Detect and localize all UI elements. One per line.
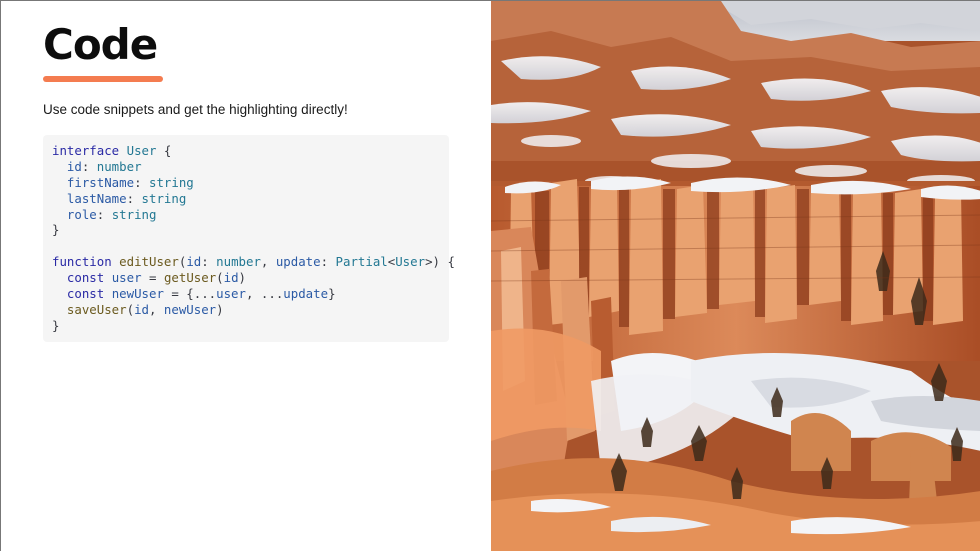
code-token: : [81,158,97,174]
code-line: id: number [52,159,440,175]
code-token: : [320,254,336,270]
slide-content: Code Use code snippets and get the highl… [1,1,491,551]
code-token: update [275,254,321,270]
code-token: Partial [335,254,388,270]
slide-subtitle: Use code snippets and get the highlighti… [43,102,348,117]
code-line: firstName: string [52,175,440,191]
code-line: function editUser(id: number, update: Pa… [52,254,455,270]
code-line: lastName: string [52,191,440,207]
code-token: >) { [425,254,455,270]
code-token: user [216,286,246,302]
code-token: function [52,254,112,270]
code-token: , ... [245,286,284,302]
code-token: ( [216,270,224,286]
canyon-landscape-image [491,1,980,551]
code-token: { [156,143,172,158]
code-token: : [134,174,149,190]
code-token: string [141,190,187,206]
code-token: User [395,254,426,270]
code-token: : [126,190,142,206]
code-token: newUser [111,286,164,302]
code-token: : [201,254,217,270]
code-line: const newUser = {...user, ...update} [52,286,440,302]
code-token: ) [238,270,247,286]
code-token: role [66,206,97,222]
code-token: firstName [66,174,135,190]
code-token: update [283,286,329,302]
code-line: const user = getUser(id) [52,270,440,286]
code-token: const [66,286,105,302]
code-line: saveUser(id, newUser) [52,302,440,318]
code-token: } [52,222,60,238]
code-token: editUser [119,254,179,270]
slide-title: Code [43,20,158,69]
code-token: saveUser [66,301,127,317]
code-token: getUser [163,270,217,286]
code-token: id [66,158,82,174]
code-token: id [186,254,202,270]
code-token: = {... [163,286,217,302]
code-token: string [148,174,194,190]
slide: Code Use code snippets and get the highl… [0,0,980,551]
code-token: } [52,317,60,333]
code-token: , [149,301,164,317]
code-snippet: interface User { id: number firstName: s… [43,135,455,342]
code-token: user [111,270,142,286]
code-token: string [111,206,157,222]
canyon-photo [491,1,980,551]
code-token: = [141,270,164,286]
code-token: lastName [66,190,127,206]
code-token: id [134,301,149,317]
code-token: } [328,286,336,302]
code-token: interface [52,143,120,158]
code-line: } [52,222,440,238]
code-token: ( [126,301,135,317]
code-line: } [52,318,440,334]
code-token: ) [216,301,224,317]
code-line: interface User { [52,143,440,159]
code-token: number [96,158,142,174]
code-token: id [223,270,239,286]
code-token: const [66,270,105,286]
code-token: , [260,254,276,270]
code-line: role: string [52,207,440,223]
code-token: newUser [163,301,217,317]
code-token: User [126,143,157,158]
title-accent-underline [43,76,163,82]
code-token: number [216,254,261,270]
code-token: : [96,206,112,222]
